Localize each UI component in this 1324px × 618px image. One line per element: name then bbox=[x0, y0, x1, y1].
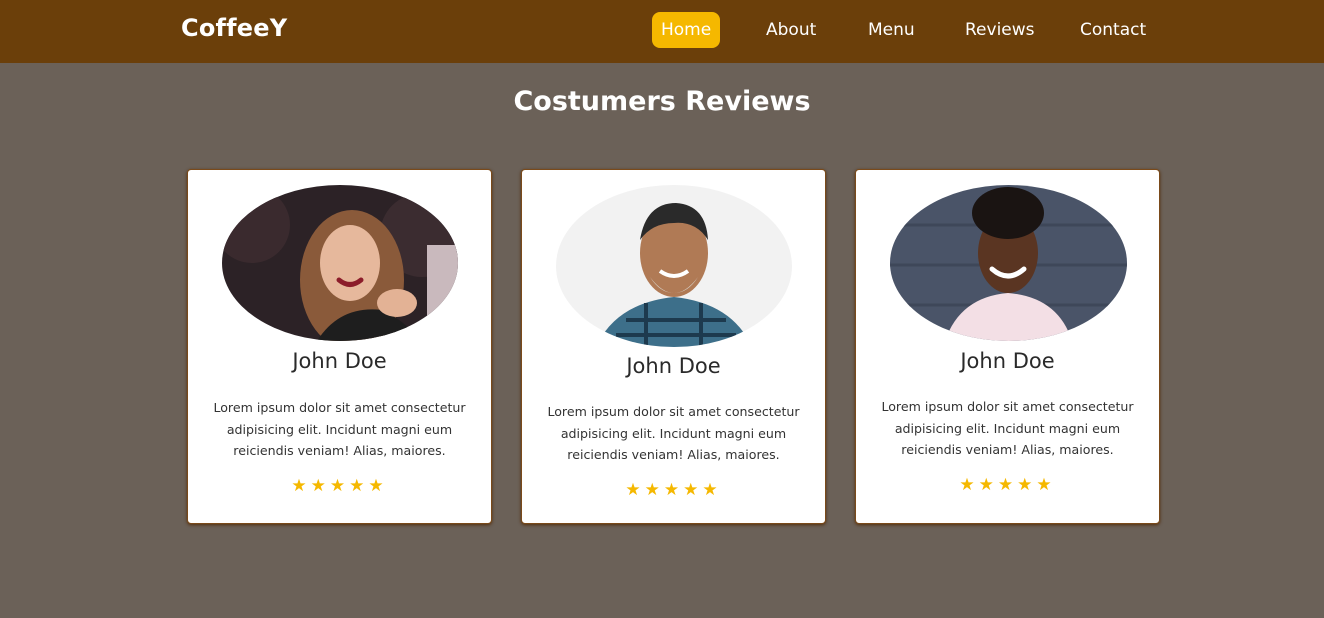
review-text: Lorem ipsum dolor sit amet consectetur a… bbox=[213, 400, 466, 458]
review-card: John Doe Lorem ipsum dolor sit amet cons… bbox=[855, 169, 1160, 524]
nav-link-reviews[interactable]: Reviews bbox=[965, 12, 1035, 48]
nav-link-menu[interactable]: Menu bbox=[868, 12, 915, 48]
star-rating-icon: ★★★★★ bbox=[625, 480, 722, 500]
reviewer-name: John Doe bbox=[292, 349, 387, 373]
woman-portrait-photo-icon bbox=[222, 185, 458, 341]
reviewer-name: John Doe bbox=[960, 349, 1055, 373]
review-text: Lorem ipsum dolor sit amet consectetur a… bbox=[547, 404, 800, 462]
nav-link-home[interactable]: Home bbox=[652, 12, 721, 48]
review-card: John Doe Lorem ipsum dolor sit amet cons… bbox=[187, 169, 492, 524]
reviewer-name: John Doe bbox=[626, 354, 721, 378]
navbar: CoffeeY Home About Menu Reviews Contact bbox=[0, 0, 1324, 63]
brand-logo[interactable]: CoffeeY bbox=[181, 14, 287, 42]
star-rating-icon: ★★★★★ bbox=[291, 476, 388, 496]
review-card: John Doe Lorem ipsum dolor sit amet cons… bbox=[521, 169, 826, 524]
review-text: Lorem ipsum dolor sit amet consectetur a… bbox=[881, 399, 1134, 457]
section-title: Costumers Reviews bbox=[513, 86, 811, 117]
star-rating-icon: ★★★★★ bbox=[959, 475, 1056, 495]
man-portrait-photo-icon bbox=[556, 185, 792, 347]
nav-link-contact[interactable]: Contact bbox=[1080, 12, 1146, 48]
nav-link-about[interactable]: About bbox=[766, 12, 816, 48]
woman-portrait-photo-icon bbox=[890, 185, 1127, 341]
